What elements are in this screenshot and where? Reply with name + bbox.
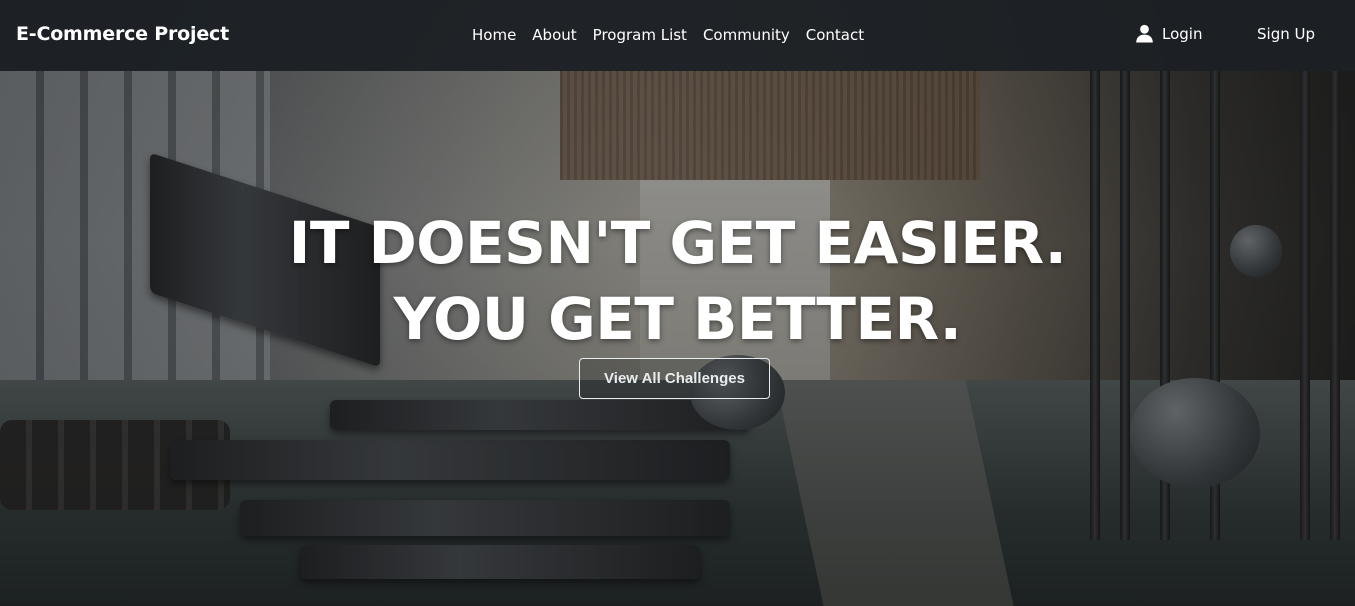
hero-headline: IT DOESN'T GET EASIER. YOU GET BETTER. (0, 205, 1355, 357)
user-icon (1136, 24, 1153, 43)
nav-links: Home About Program List Community Contac… (472, 25, 864, 44)
nav-link-program-list[interactable]: Program List (593, 26, 687, 44)
hero-headline-line-1: IT DOESN'T GET EASIER. (288, 209, 1067, 277)
brand-logo[interactable]: E-Commerce Project (16, 23, 229, 45)
nav-link-about[interactable]: About (532, 26, 576, 44)
nav-link-community[interactable]: Community (703, 26, 790, 44)
login-link[interactable]: Login (1135, 24, 1202, 43)
view-all-challenges-button[interactable]: View All Challenges (579, 358, 770, 399)
nav-link-contact[interactable]: Contact (806, 26, 864, 44)
navbar: E-Commerce Project Home About Program Li… (0, 0, 1355, 71)
page: E-Commerce Project Home About Program Li… (0, 0, 1355, 606)
hero-headline-line-2: YOU GET BETTER. (393, 285, 962, 353)
login-label: Login (1162, 24, 1203, 43)
nav-link-home[interactable]: Home (472, 26, 516, 44)
signup-link[interactable]: Sign Up (1257, 25, 1315, 43)
